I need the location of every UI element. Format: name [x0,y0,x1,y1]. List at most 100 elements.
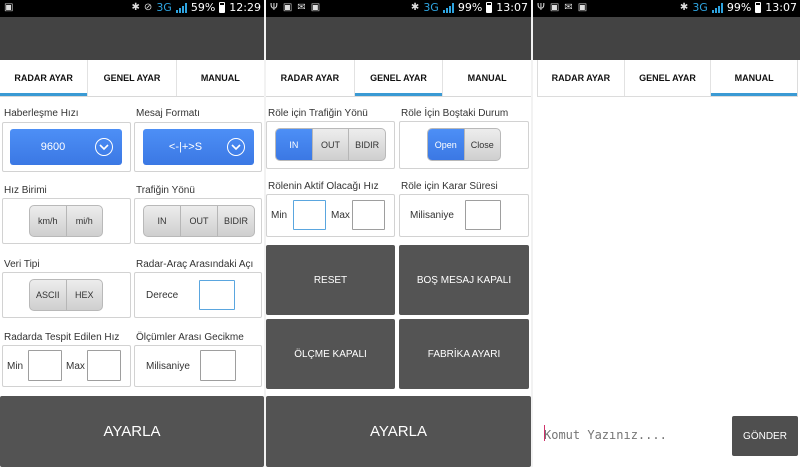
relay-direction-label: Röle için Trafiğin Yönü [268,108,368,119]
battery-icon [755,2,762,13]
manual-screen: Ψ ▣ ✉ ▣ ✱ 3G 99% 13:07 RADAR AYAR GENEL … [533,0,800,467]
max-speed-input[interactable] [87,350,121,381]
gallery-icon: ▣ [577,2,588,13]
traffic-dir-bidir[interactable]: BIDIR [218,206,254,236]
angle-unit-label: Derece [146,290,179,301]
relay-idle-close[interactable]: Close [465,129,501,160]
relay-dir-in[interactable]: IN [276,129,313,160]
chevron-down-icon [227,138,245,156]
min-label: Min [7,361,24,372]
relay-max-input[interactable] [352,200,385,230]
data-type-ascii[interactable]: ASCII [30,280,67,310]
relay-direction-toggle: IN OUT BIDIR [275,128,386,161]
relay-speed-label: Rölenin Aktif Olacağı Hız [268,181,379,192]
data-type-hex[interactable]: HEX [67,280,103,310]
tab-bar: RADAR AYAR GENEL AYAR MANUAL [266,60,531,97]
network-type: 3G [692,1,708,14]
tab-general[interactable]: GENEL AYAR [88,60,177,96]
clock: 13:07 [496,1,528,14]
general-settings-screen: Ψ ▣ ✉ ▣ ✱ 3G 99% 13:07 RADAR AYAR GENEL … [266,0,531,467]
baud-rate-label: Haberleşme Hızı [4,108,79,119]
battery-percent: 99% [726,1,752,14]
data-type-toggle: ASCII HEX [29,279,103,311]
baud-rate-value: 9600 [40,141,66,153]
battery-percent: 99% [457,1,483,14]
clock: 12:29 [229,1,261,14]
message-format-spinner[interactable]: <-|+>S [143,129,254,165]
usb-icon: Ψ [270,2,278,13]
speed-unit-kmh[interactable]: km/h [30,206,67,236]
relay-decision-input[interactable] [465,200,501,230]
message-format-value: <-|+>S [168,141,203,153]
radar-settings-screen: ▣ ✱ ⊘ 3G 59% 12:29 RADAR AYAR GENEL AYAR… [0,0,264,467]
delay-input[interactable] [200,350,236,381]
send-button[interactable]: GÖNDER [732,416,798,456]
relay-dir-out[interactable]: OUT [313,129,350,160]
max-label: Max [331,210,350,221]
signal-icon [442,2,454,13]
signal-icon [175,2,187,13]
relay-decision-label: Röle için Karar Süresi [401,181,498,192]
reset-button[interactable]: RESET [266,245,395,315]
relay-dir-bidir[interactable]: BIDIR [349,129,385,160]
tab-bar: RADAR AYAR GENEL AYAR MANUAL [537,60,798,97]
relay-idle-toggle: Open Close [427,128,501,161]
traffic-direction-toggle: IN OUT BIDIR [143,205,255,237]
baud-rate-spinner[interactable]: 9600 [10,129,122,165]
bluetooth-icon: ✱ [131,2,140,13]
status-bar: ▣ ✱ ⊘ 3G 59% 12:29 [0,0,264,17]
mail-icon: ✉ [297,2,306,13]
measure-off-button[interactable]: ÖLÇME KAPALI [266,319,395,389]
gallery-icon: ▣ [310,2,321,13]
chevron-down-icon [95,138,113,156]
status-bar: Ψ ▣ ✉ ▣ ✱ 3G 99% 13:07 [533,0,800,17]
traffic-dir-in[interactable]: IN [144,206,181,236]
message-format-label: Mesaj Formatı [136,108,200,119]
apply-button[interactable]: AYARLA [0,396,264,467]
tab-manual[interactable]: MANUAL [711,60,797,96]
empty-message-off-button[interactable]: BOŞ MESAJ KAPALI [399,245,529,315]
app-bar [266,17,531,60]
gallery-icon: ▣ [549,2,560,13]
battery-percent: 59% [190,1,216,14]
factory-reset-button[interactable]: FABRİKA AYARI [399,319,529,389]
tab-radar[interactable]: RADAR AYAR [266,60,355,96]
min-speed-input[interactable] [28,350,62,381]
speed-unit-mih[interactable]: mi/h [67,206,103,236]
usb-icon: Ψ [537,2,545,13]
tab-manual[interactable]: MANUAL [443,60,531,96]
tab-radar[interactable]: RADAR AYAR [538,60,625,96]
network-type: 3G [156,1,172,14]
status-bar: Ψ ▣ ✉ ▣ ✱ 3G 99% 13:07 [266,0,531,17]
gallery-icon: ▣ [282,2,293,13]
max-label: Max [66,361,85,372]
relay-idle-open[interactable]: Open [428,129,465,160]
app-bar [533,17,800,60]
decision-unit-label: Milisaniye [410,210,454,221]
bluetooth-icon: ✱ [410,2,420,13]
tab-general[interactable]: GENEL AYAR [625,60,712,96]
tab-manual[interactable]: MANUAL [177,60,264,96]
angle-input[interactable] [199,280,235,310]
min-label: Min [271,210,288,221]
speed-unit-toggle: km/h mi/h [29,205,103,237]
data-type-label: Veri Tipi [4,259,40,270]
command-input[interactable] [544,420,724,450]
battery-icon [219,2,226,13]
angle-label: Radar-Araç Arasındaki Açı [136,259,254,270]
traffic-dir-out[interactable]: OUT [181,206,218,236]
network-type: 3G [423,1,439,14]
tab-general[interactable]: GENEL AYAR [354,60,444,96]
tab-radar[interactable]: RADAR AYAR [0,60,89,96]
detect-speed-label: Radarda Tespit Edilen Hız [4,332,120,343]
text-cursor [544,425,545,441]
relay-idle-label: Röle İçin Boştaki Durum [401,108,509,119]
battery-icon [486,2,493,13]
gallery-icon: ▣ [4,2,14,13]
tab-bar: RADAR AYAR GENEL AYAR MANUAL [0,60,264,97]
mail-icon: ✉ [564,2,573,13]
delay-label: Ölçümler Arası Gecikme [136,332,244,343]
relay-min-input[interactable] [293,200,326,230]
delay-unit-label: Milisaniye [146,361,190,372]
apply-button[interactable]: AYARLA [266,396,531,467]
